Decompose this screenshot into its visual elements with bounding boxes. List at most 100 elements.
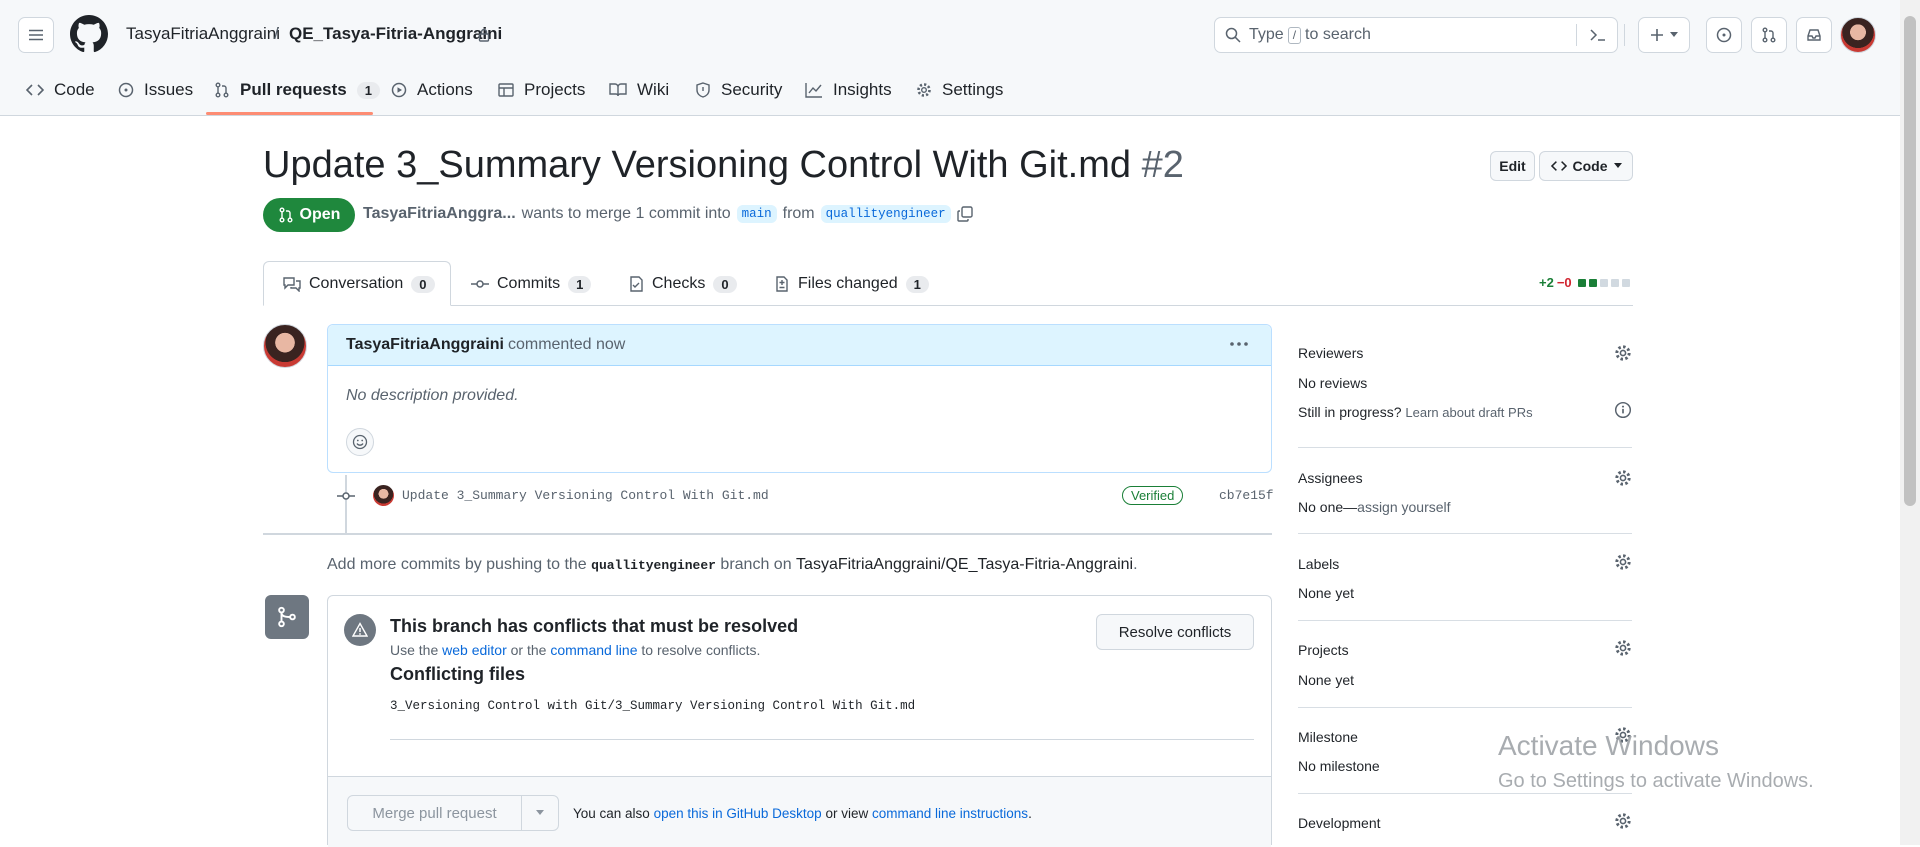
tab-pull-requests[interactable]: Pull requests 1	[214, 76, 380, 104]
comment-box: TasyaFitriaAnggraini commented now No de…	[327, 324, 1272, 473]
gear-icon[interactable]	[1614, 553, 1632, 571]
inbox-button[interactable]	[1796, 17, 1832, 53]
tab-commits[interactable]: Commits 1	[471, 262, 592, 306]
edit-button[interactable]: Edit	[1490, 151, 1535, 181]
github-logo-icon[interactable]	[70, 15, 108, 53]
tab-settings[interactable]: Settings	[916, 76, 1003, 104]
gear-icon[interactable]	[1614, 639, 1632, 657]
tab-actions-label: Actions	[417, 80, 473, 99]
conflict-desc-or: or the	[510, 642, 547, 658]
tab-code[interactable]: Code	[26, 76, 95, 104]
draft-hint-prefix: Still in progress?	[1298, 404, 1402, 420]
table-icon	[498, 83, 514, 97]
assignees-none: No one—	[1298, 499, 1358, 515]
tab-commits-label: Commits	[497, 275, 561, 292]
create-new-button[interactable]	[1638, 17, 1690, 53]
scrollbar-thumb[interactable]	[1904, 16, 1916, 506]
commit-message-link[interactable]: Update 3_Summary Versioning Control With…	[402, 488, 769, 503]
tab-checks[interactable]: Checks 0	[628, 262, 737, 306]
merge-button-label: Merge pull request	[372, 804, 497, 822]
web-editor-link[interactable]: web editor	[442, 642, 507, 658]
tab-wiki-label: Wiki	[637, 80, 670, 99]
scrollbar[interactable]	[1900, 0, 1920, 845]
sidebar-divider	[1298, 793, 1632, 794]
verified-badge[interactable]: Verified	[1122, 486, 1184, 505]
tab-settings-label: Settings	[942, 80, 1004, 99]
kebab-horizontal-icon[interactable]	[1229, 340, 1249, 348]
merge-pull-request-button[interactable]: Merge pull request	[347, 795, 522, 831]
pr-author-link[interactable]: TasyaFitriaAnggra...	[363, 205, 516, 223]
commit-author-avatar[interactable]	[373, 485, 394, 506]
cli-instructions-link[interactable]: command line instructions	[872, 806, 1028, 821]
diffstat-block	[1577, 278, 1586, 287]
status-badge-label: Open	[299, 206, 341, 223]
tab-wiki[interactable]: Wiki	[609, 76, 669, 104]
pr-tabs-divider	[263, 305, 1633, 306]
search-input[interactable]: Type / to search	[1214, 17, 1618, 53]
merge-alt-prefix: You can also	[573, 806, 650, 821]
tab-security[interactable]: Security	[695, 76, 782, 104]
comment-header: TasyaFitriaAnggraini commented now	[328, 325, 1271, 366]
push-hint-repo[interactable]: TasyaFitriaAnggraini/QE_Tasya-Fitria-Ang…	[796, 556, 1133, 573]
issues-button[interactable]	[1706, 17, 1742, 53]
tab-insights[interactable]: Insights	[805, 76, 892, 104]
menu-button[interactable]	[18, 17, 54, 53]
code-dropdown-button[interactable]: Code	[1539, 151, 1633, 181]
plus-icon	[1651, 29, 1663, 41]
command-line-link[interactable]: command line	[550, 642, 637, 658]
search-shortcut-key: /	[1287, 26, 1302, 44]
git-merge-icon	[278, 606, 296, 628]
diffstat: +2 −0	[1539, 275, 1630, 290]
git-pull-request-icon	[1762, 27, 1776, 43]
tab-actions[interactable]: Actions	[391, 76, 473, 104]
sidebar-projects-title[interactable]: Projects	[1298, 642, 1349, 658]
head-branch-tag[interactable]: quallityengineer	[820, 205, 951, 223]
push-hint-middle: branch on	[720, 556, 792, 573]
copy-icon[interactable]	[956, 206, 973, 222]
merge-box: This branch has conflicts that must be r…	[327, 595, 1272, 847]
sidebar-projects-value: None yet	[1298, 672, 1355, 688]
inbox-icon	[1807, 29, 1821, 41]
command-palette-icon[interactable]	[1589, 27, 1607, 43]
add-reaction-button[interactable]	[346, 428, 374, 456]
timeline-divider	[263, 533, 1272, 535]
caret-down-icon	[536, 810, 544, 815]
commit-sha-link[interactable]: cb7e15f	[1219, 488, 1274, 503]
user-avatar[interactable]	[1840, 17, 1876, 53]
draft-prs-link[interactable]: Learn about draft PRs	[1405, 405, 1532, 420]
checklist-icon	[630, 276, 643, 292]
tab-files-changed-label: Files changed	[798, 275, 898, 292]
sidebar-milestone-value: No milestone	[1298, 758, 1380, 774]
base-branch-tag[interactable]: main	[736, 205, 777, 223]
gear-icon[interactable]	[1614, 344, 1632, 362]
merge-method-dropdown[interactable]	[521, 795, 559, 831]
breadcrumb-repo[interactable]: QE_Tasya-Fitria-Anggraini	[289, 24, 502, 44]
sidebar-assignees-title[interactable]: Assignees	[1298, 470, 1363, 486]
resolve-conflicts-button[interactable]: Resolve conflicts	[1096, 614, 1254, 650]
gear-icon[interactable]	[1614, 469, 1632, 487]
sidebar-divider	[1298, 533, 1632, 534]
comment-body: No description provided.	[346, 387, 519, 404]
comment-author[interactable]: TasyaFitriaAnggraini	[346, 336, 504, 354]
assign-yourself-link[interactable]: assign yourself	[1357, 499, 1450, 515]
sidebar-milestone-title[interactable]: Milestone	[1298, 729, 1358, 745]
tab-projects[interactable]: Projects	[498, 76, 585, 104]
comment-author-avatar[interactable]	[263, 324, 307, 368]
sidebar-divider	[1298, 707, 1632, 708]
github-desktop-link[interactable]: open this in GitHub Desktop	[654, 806, 822, 821]
tab-files-changed[interactable]: Files changed 1	[774, 262, 929, 306]
tab-conversation[interactable]: Conversation 0	[283, 262, 435, 306]
tab-code-label: Code	[54, 80, 95, 99]
tab-issues[interactable]: Issues	[118, 76, 193, 104]
sidebar-labels-title[interactable]: Labels	[1298, 556, 1339, 572]
code-icon	[1550, 161, 1567, 171]
files-changed-count: 1	[905, 275, 929, 293]
breadcrumb-owner[interactable]: TasyaFitriaAnggraini	[126, 24, 280, 44]
gear-icon[interactable]	[1614, 812, 1632, 830]
pull-requests-button[interactable]	[1751, 17, 1787, 53]
info-icon[interactable]	[1614, 401, 1632, 419]
sidebar-reviewers-title[interactable]: Reviewers	[1298, 345, 1363, 361]
shield-icon	[696, 82, 710, 98]
pr-number: #2	[1141, 144, 1184, 186]
sidebar-development-title[interactable]: Development	[1298, 815, 1381, 831]
